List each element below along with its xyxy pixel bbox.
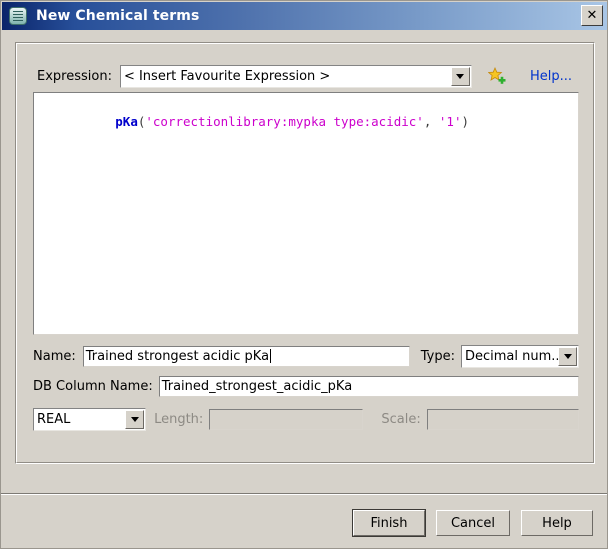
help-link[interactable]: Help... xyxy=(530,69,572,84)
code-token-string-index: '1' xyxy=(438,114,462,129)
window-title: New Chemical terms xyxy=(36,8,200,24)
length-input xyxy=(209,408,364,430)
document-lines-icon xyxy=(9,7,27,25)
code-token-function: pKa xyxy=(115,114,138,129)
name-input[interactable]: Trained strongest acidic pKa xyxy=(82,345,410,367)
expression-label: Expression: xyxy=(37,68,112,84)
scale-input xyxy=(426,408,579,430)
code-token-comma: , xyxy=(423,114,439,129)
scale-label: Scale: xyxy=(381,411,421,427)
text-caret xyxy=(270,349,272,363)
name-input-value: Trained strongest acidic pKa xyxy=(85,348,270,364)
type-combo[interactable]: Decimal num... xyxy=(461,344,579,368)
star-plus-svg xyxy=(487,66,506,84)
chevron-down-glyph xyxy=(563,353,572,359)
title-bar: New Chemical terms ✕ xyxy=(2,2,607,30)
expression-code: pKa('correctionlibrary:mypka type:acidic… xyxy=(40,98,572,146)
chevron-down-icon[interactable] xyxy=(558,346,577,366)
favourite-expression-value: < Insert Favourite Expression > xyxy=(120,65,451,87)
type-label: Type: xyxy=(420,348,455,364)
db-column-input-value: Trained_strongest_acidic_pKa xyxy=(161,378,353,394)
sql-type-value: REAL xyxy=(34,408,126,430)
finish-button[interactable]: Finish xyxy=(351,509,426,537)
help-button[interactable]: Help xyxy=(521,510,593,536)
dialog-button-row: Finish Cancel Help xyxy=(351,509,593,537)
length-label: Length: xyxy=(154,411,204,427)
chevron-down-glyph xyxy=(456,73,465,79)
sql-type-row: REAL Length: Scale: xyxy=(33,407,579,431)
expression-editor[interactable]: pKa('correctionlibrary:mypka type:acidic… xyxy=(33,92,579,335)
code-token-string-library: 'correctionlibrary:mypka type:acidic' xyxy=(145,114,424,129)
chevron-down-icon[interactable] xyxy=(125,409,145,429)
expression-group-panel: Expression: < Insert Favourite Expressio… xyxy=(15,42,595,464)
code-token-close-paren: ) xyxy=(461,114,469,129)
close-icon[interactable]: ✕ xyxy=(581,5,603,26)
db-column-input[interactable]: Trained_strongest_acidic_pKa xyxy=(158,375,579,397)
chevron-down-glyph xyxy=(130,416,139,422)
footer-separator xyxy=(1,493,607,495)
chevron-down-icon[interactable] xyxy=(450,66,470,86)
type-combo-value: Decimal num... xyxy=(462,345,558,367)
name-row: Name: Trained strongest acidic pKa Type:… xyxy=(33,344,579,368)
new-chemical-terms-dialog: New Chemical terms ✕ Expression: < Inser… xyxy=(0,0,608,549)
db-column-row: DB Column Name: Trained_strongest_acidic… xyxy=(33,375,579,397)
db-column-label: DB Column Name: xyxy=(33,378,153,394)
name-label: Name: xyxy=(33,348,76,364)
expression-row: Expression: < Insert Favourite Expressio… xyxy=(37,64,577,88)
favourite-expression-combo[interactable]: < Insert Favourite Expression > xyxy=(119,64,472,88)
cancel-button[interactable]: Cancel xyxy=(435,510,510,536)
star-plus-icon[interactable] xyxy=(487,66,506,85)
sql-type-combo[interactable]: REAL xyxy=(33,407,147,431)
group-panel-inner-border: Expression: < Insert Favourite Expressio… xyxy=(16,43,594,463)
